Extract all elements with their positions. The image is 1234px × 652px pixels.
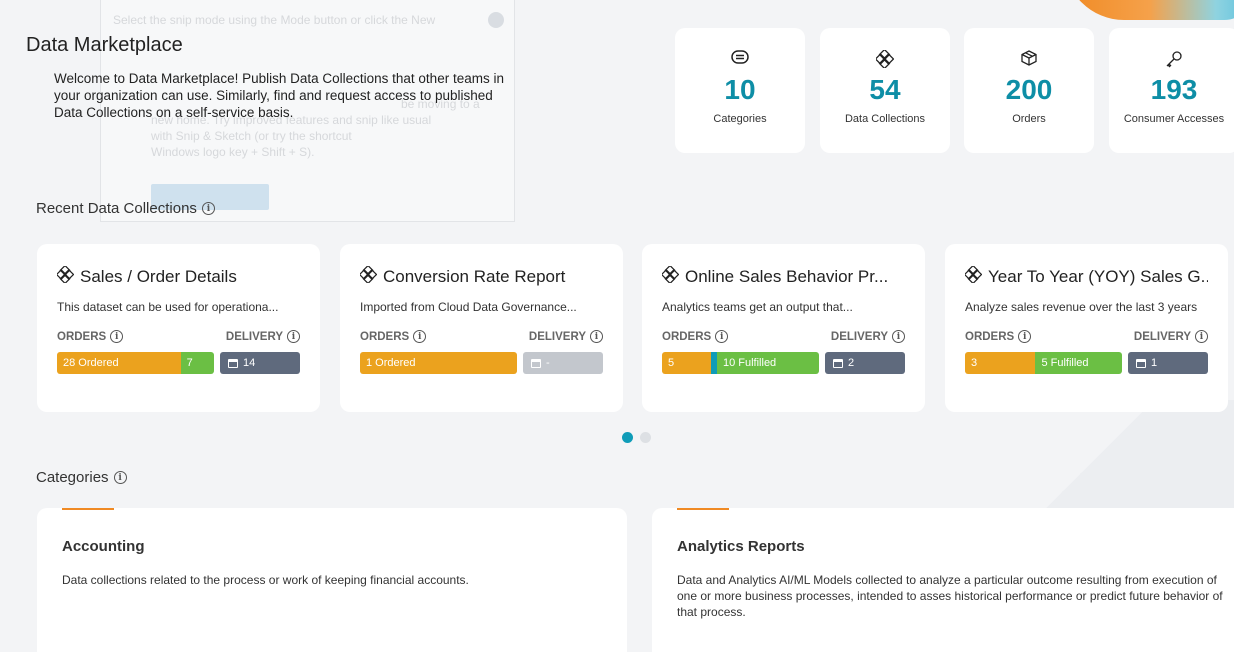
delivery-count: - [546,357,550,369]
ghost-text: with Snip & Sketch (or try the shortcut [151,129,352,143]
stat-card-categories[interactable]: 10 Categories [675,28,805,153]
section-title-text: Categories [36,469,109,486]
card-description: This dataset can be used for operationa.… [57,300,279,314]
delivery-bar[interactable]: 2 [825,352,905,374]
info-icon[interactable]: i [892,330,905,343]
info-icon[interactable]: i [110,330,124,343]
data-collections-icon [360,266,378,288]
info-icon[interactable]: i [590,330,603,343]
ghost-text: Select the snip mode using the Mode butt… [113,13,436,27]
ordered-segment: 3 [965,352,1036,374]
categories-icon [675,50,805,70]
background-corner-decoration [1064,0,1234,20]
info-icon[interactable]: i [201,202,215,215]
delivery-count: 14 [243,357,256,369]
delivery-bar[interactable]: - [523,352,603,374]
card-title[interactable]: Sales / Order Details [80,267,237,287]
category-title[interactable]: Accounting [62,538,602,555]
stat-card-consumer-accesses[interactable]: 193 Consumer Accesses [1109,28,1234,153]
orders-label: ORDERS i [360,330,427,343]
info-icon[interactable]: i [287,330,300,343]
orders-bar[interactable]: 28 Ordered 7 [57,352,214,374]
category-description: Data and Analytics AI/ML Models collecte… [677,573,1223,619]
info-icon[interactable]: i [715,330,729,343]
section-title-text: Recent Data Collections [36,200,197,217]
data-collections-icon [820,50,950,70]
delivery-label: DELIVERY i [529,330,603,343]
data-collection-card[interactable]: Sales / Order Details This dataset can b… [37,244,320,412]
key-icon [1109,50,1234,70]
orders-label: ORDERS i [662,330,729,343]
data-collection-card[interactable]: Conversion Rate Report Imported from Clo… [340,244,623,412]
category-card-analytics-reports[interactable]: Analytics Reports Data and Analytics AI/… [652,508,1234,652]
info-icon[interactable]: i [1195,330,1208,343]
category-card-accounting[interactable]: Accounting Data collections related to t… [37,508,627,652]
card-title[interactable]: Online Sales Behavior Pr... [685,267,888,287]
ordered-segment: 1 Ordered [360,352,517,374]
stat-value: 54 [869,74,901,105]
carousel-pagination [622,432,651,443]
carousel-dot-1[interactable] [622,432,633,443]
stat-value: 200 [1005,74,1053,105]
delivery-label: DELIVERY i [1134,330,1208,343]
card-description: Analytics teams get an output that... [662,300,853,314]
fulfilled-segment: 5 Fulfilled [1035,352,1122,374]
orders-bar[interactable]: 3 5 Fulfilled [965,352,1122,374]
stat-card-data-collections[interactable]: 54 Data Collections [820,28,950,153]
stat-value: 193 [1150,74,1198,105]
ordered-segment: 5 [662,352,712,374]
orders-bar[interactable]: 1 Ordered [360,352,517,374]
data-collection-card[interactable]: Online Sales Behavior Pr... Analytics te… [642,244,925,412]
help-icon [488,12,504,28]
card-title[interactable]: Conversion Rate Report [383,267,565,287]
page-title: Data Marketplace [26,34,183,56]
orders-label: ORDERS i [57,330,124,343]
delivery-label: DELIVERY i [831,330,905,343]
data-collections-icon [965,266,983,288]
stat-label: Data Collections [844,113,926,125]
info-icon[interactable]: i [113,471,127,484]
stat-label: Orders [1012,113,1046,125]
fulfilled-segment: 10 Fulfilled [716,352,819,374]
delivery-count: 2 [848,357,855,369]
delivery-label: DELIVERY i [226,330,300,343]
data-collections-icon [57,266,75,288]
category-description: Data collections related to the process … [62,573,469,587]
carousel-dot-2[interactable] [640,432,651,443]
orders-label: ORDERS i [965,330,1032,343]
orders-bar[interactable]: 5 10 Fulfilled [662,352,819,374]
card-description: Analyze sales revenue over the last 3 ye… [965,300,1198,314]
info-icon[interactable]: i [413,330,427,343]
category-title[interactable]: Analytics Reports [677,538,1227,555]
orders-box-icon [964,50,1094,70]
ghost-text: Windows logo key + Shift + S). [151,145,315,159]
category-accent-bar [677,508,729,510]
calendar-icon [833,358,843,368]
card-title[interactable]: Year To Year (YOY) Sales G... [988,267,1208,287]
welcome-text: Welcome to Data Marketplace! Publish Dat… [54,71,504,120]
delivery-bar[interactable]: 1 [1128,352,1208,374]
calendar-icon [531,358,541,368]
calendar-icon [1136,358,1146,368]
stat-label: Categories [713,113,767,125]
fulfilled-segment: 7 [180,352,214,374]
card-description: Imported from Cloud Data Governance... [360,300,577,314]
info-icon[interactable]: i [1018,330,1032,343]
ordered-segment: 28 Ordered [57,352,181,374]
delivery-bar[interactable]: 14 [220,352,300,374]
data-collections-icon [662,266,680,288]
recent-collections-heading: Recent Data Collections i [36,200,215,217]
data-collection-card[interactable]: Year To Year (YOY) Sales G... Analyze sa… [945,244,1228,412]
stat-value: 10 [724,74,756,105]
category-accent-bar [62,508,114,510]
delivery-count: 1 [1151,357,1158,369]
categories-heading: Categories i [36,469,127,486]
stat-card-orders[interactable]: 200 Orders [964,28,1094,153]
stat-label: Consumer Accesses [1123,113,1225,125]
calendar-icon [228,358,238,368]
